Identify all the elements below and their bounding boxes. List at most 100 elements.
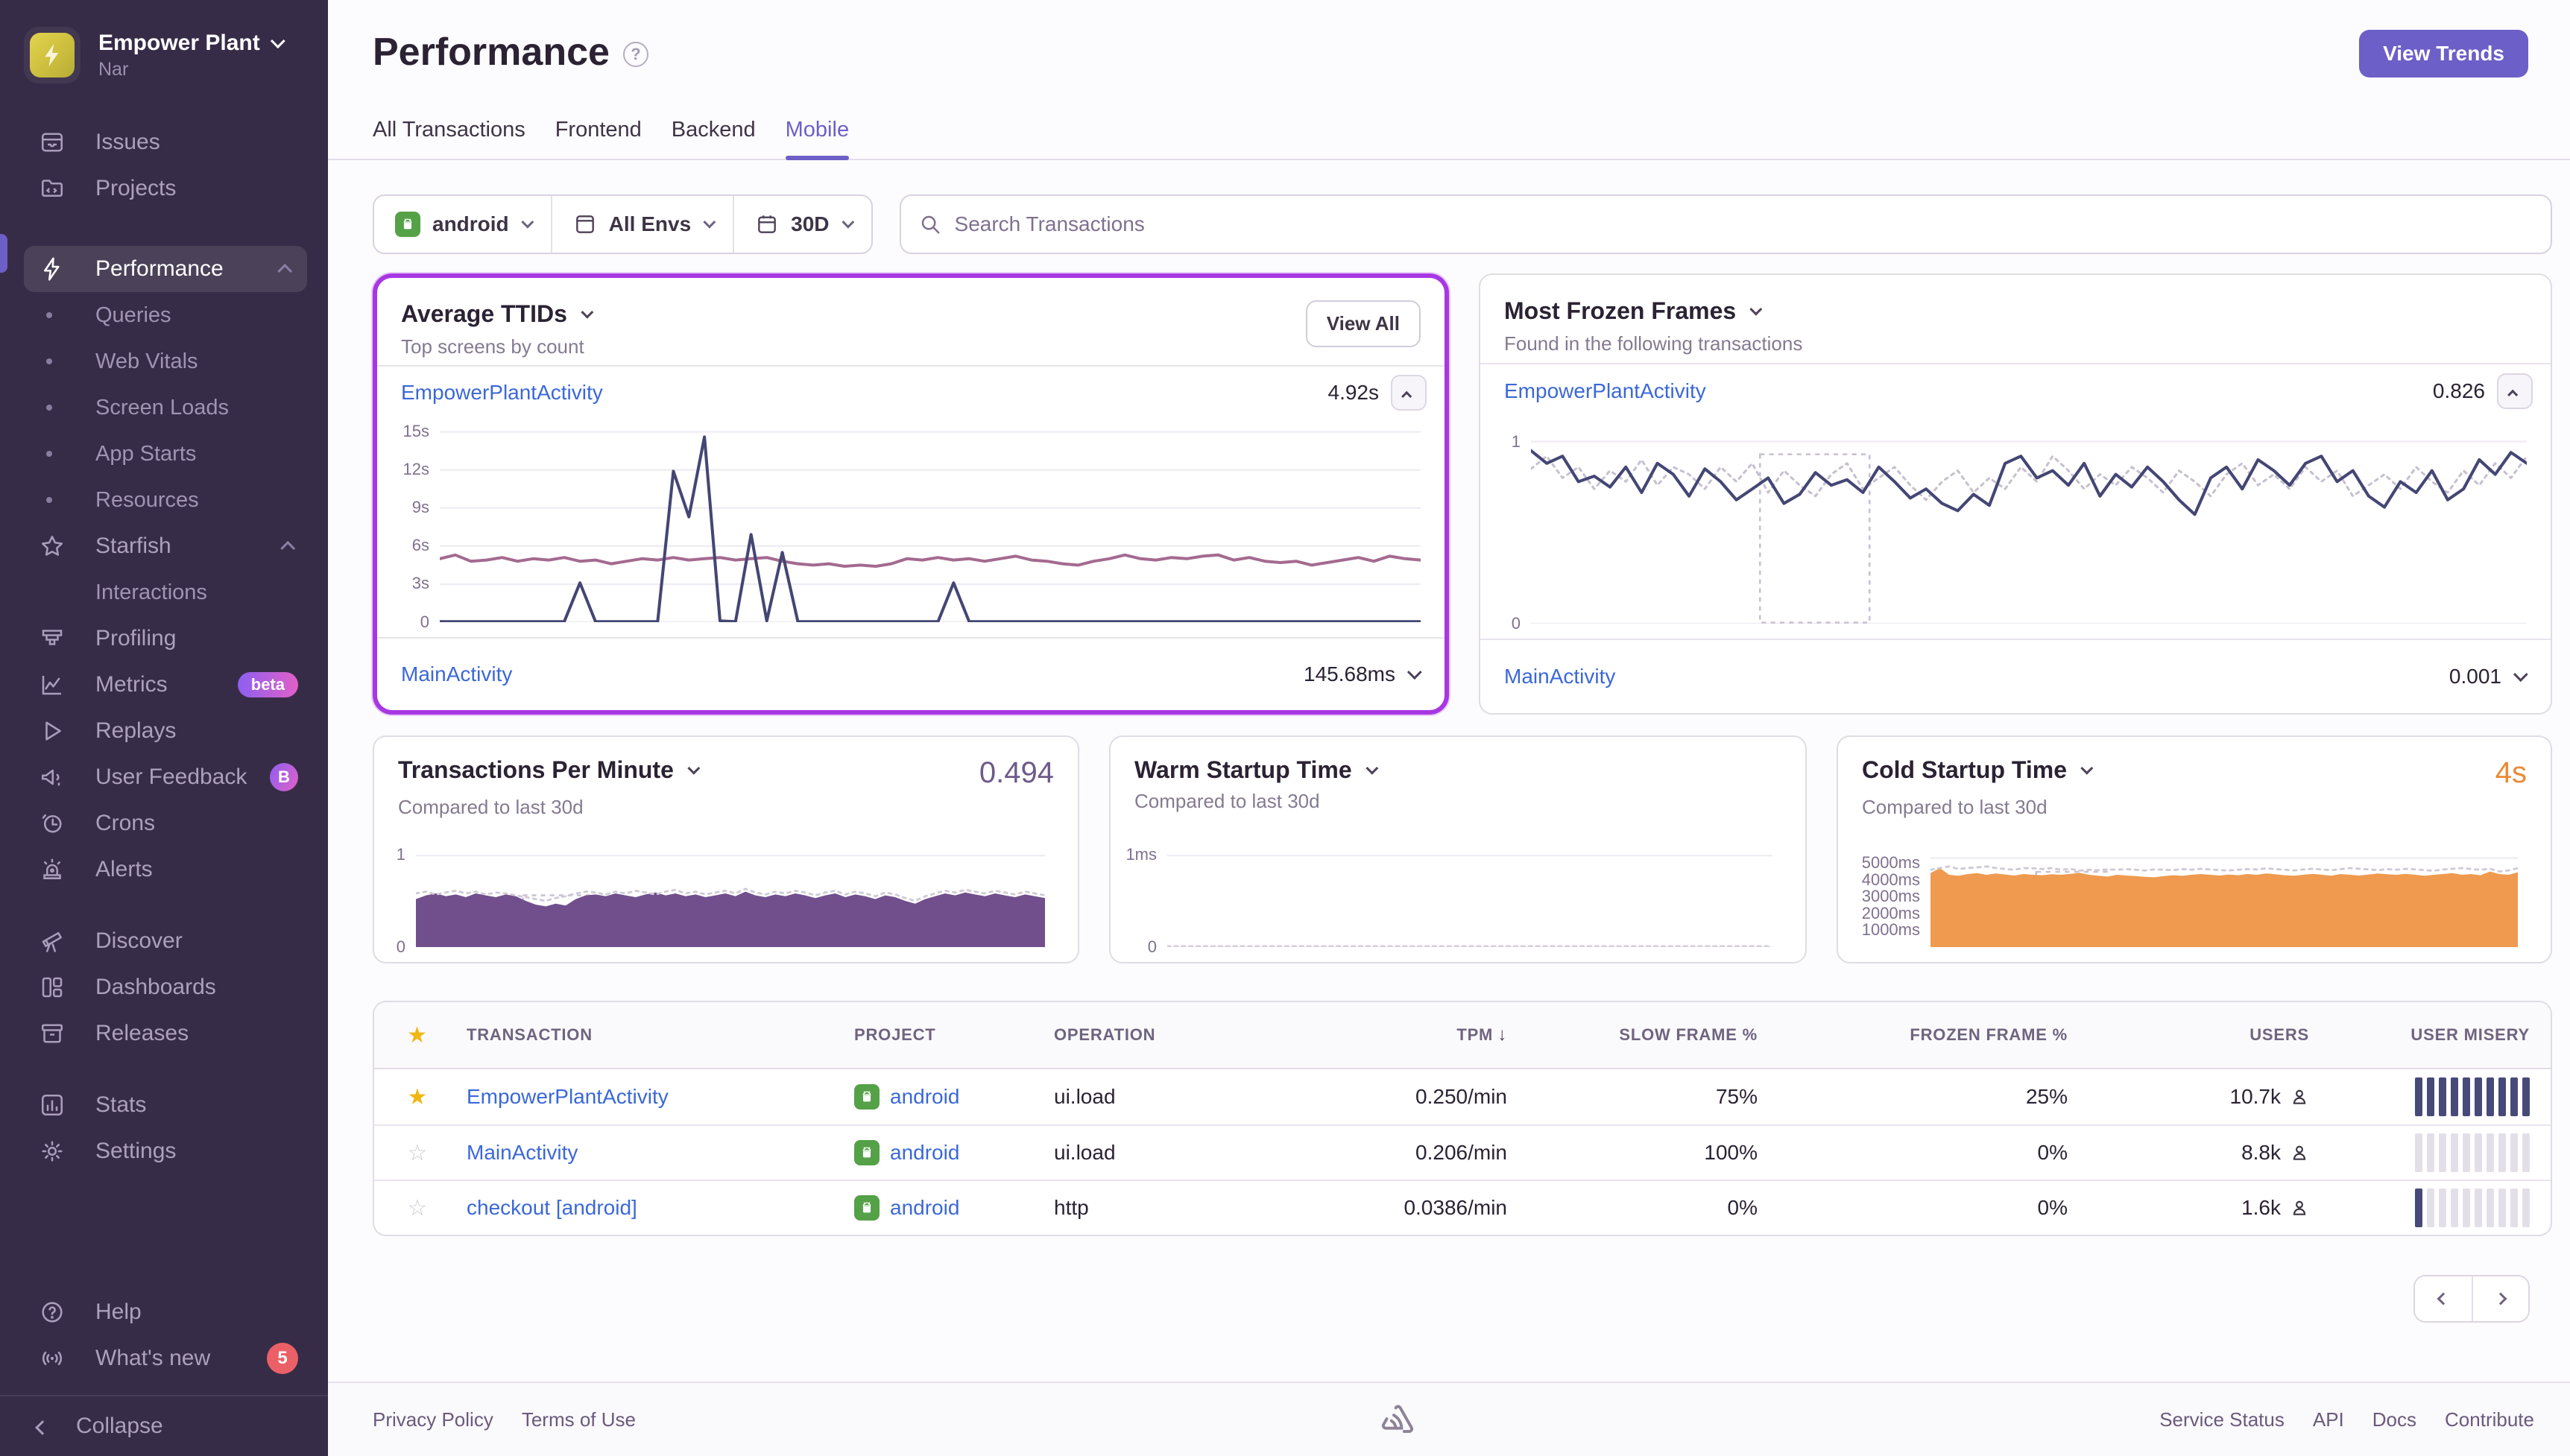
chevron-down-icon xyxy=(1749,303,1763,316)
sidebar-item-performance[interactable]: Performance xyxy=(24,246,307,292)
table-header: ★ TRANSACTION PROJECT OPERATION TPM ↓ SLO… xyxy=(374,1002,2551,1069)
project-link[interactable]: android xyxy=(890,1141,959,1165)
transaction-link[interactable]: MainActivity xyxy=(401,662,512,686)
sidebar-item-whats-new[interactable]: What's new 5 xyxy=(0,1335,328,1381)
sidebar-item-interactions[interactable]: Interactions xyxy=(0,569,328,615)
ttid-top-row: EmpowerPlantActivity 4.92s xyxy=(377,367,1445,420)
col-frozen-frame[interactable]: FROZEN FRAME % xyxy=(1764,1025,2074,1045)
tab-mobile[interactable]: Mobile xyxy=(785,118,849,159)
transaction-link[interactable]: MainActivity xyxy=(1504,665,1615,689)
sidebar-item-alerts[interactable]: Alerts xyxy=(0,846,328,893)
view-trends-button[interactable]: View Trends xyxy=(2359,30,2528,77)
prev-page-button[interactable] xyxy=(2415,1276,2472,1321)
tpm-value: 0.494 xyxy=(979,756,1054,789)
sidebar-item-stats[interactable]: Stats xyxy=(0,1082,328,1128)
sidebar-collapse-button[interactable]: Collapse xyxy=(0,1395,328,1456)
beta-badge: beta xyxy=(237,672,298,697)
help-tooltip-icon[interactable]: ? xyxy=(622,42,648,67)
sidebar-item-profiling[interactable]: Profiling xyxy=(0,615,328,662)
sidebar-item-app-starts[interactable]: App Starts xyxy=(0,431,328,477)
service-status-link[interactable]: Service Status xyxy=(2159,1408,2285,1431)
slow-frame-cell: 100% xyxy=(1704,1141,1758,1164)
sidebar-item-crons[interactable]: Crons xyxy=(0,800,328,846)
environment-filter[interactable]: All Envs xyxy=(550,196,733,253)
sidebar-item-settings[interactable]: Settings xyxy=(0,1128,328,1174)
sidebar-item-resources[interactable]: Resources xyxy=(0,477,328,523)
sidebar-item-screen-loads[interactable]: Screen Loads xyxy=(0,384,328,431)
sidebar-item-web-vitals[interactable]: Web Vitals xyxy=(0,338,328,384)
transaction-link[interactable]: EmpowerPlantActivity xyxy=(1504,379,1706,403)
sidebar-item-projects[interactable]: Projects xyxy=(0,165,328,212)
expand-row-button[interactable] xyxy=(2513,667,2528,683)
ttid-panel-title[interactable]: Average TTIDs xyxy=(401,300,594,328)
search-transactions[interactable] xyxy=(899,194,2552,254)
star-toggle[interactable]: ☆ xyxy=(408,1141,428,1165)
col-users[interactable]: USERS xyxy=(2074,1025,2315,1045)
android-project-icon xyxy=(854,1195,880,1221)
privacy-policy-link[interactable]: Privacy Policy xyxy=(373,1408,493,1431)
warm-y-axis: 1ms 0 xyxy=(1125,845,1157,956)
project-filter[interactable]: android xyxy=(374,196,551,253)
warm-panel-title[interactable]: Warm Startup Time xyxy=(1134,756,1378,784)
sidebar-item-issues[interactable]: Issues xyxy=(0,119,328,165)
play-icon xyxy=(37,716,67,746)
sidebar-item-replays[interactable]: Replays xyxy=(0,708,328,754)
col-transaction[interactable]: TRANSACTION xyxy=(461,1025,848,1045)
transaction-link[interactable]: EmpowerPlantActivity xyxy=(401,381,603,405)
page-title: Performance ? xyxy=(373,30,648,75)
sidebar-item-help[interactable]: Help xyxy=(0,1289,328,1335)
warm-chart-area: 1ms 0 xyxy=(1125,813,1781,956)
col-operation[interactable]: OPERATION xyxy=(1048,1025,1269,1045)
pagination xyxy=(2413,1275,2530,1323)
transaction-link[interactable]: EmpowerPlantActivity xyxy=(467,1085,669,1108)
tab-backend[interactable]: Backend xyxy=(672,118,756,159)
operation-value: http xyxy=(1054,1196,1089,1219)
org-name: Empower Plant xyxy=(98,30,260,55)
tpm-panel-title[interactable]: Transactions Per Minute xyxy=(398,756,701,784)
user-icon xyxy=(2293,1200,2306,1215)
tab-frontend[interactable]: Frontend xyxy=(555,118,642,159)
sidebar-item-dashboards[interactable]: Dashboards xyxy=(0,964,328,1010)
col-project[interactable]: PROJECT xyxy=(848,1025,1048,1045)
col-tpm[interactable]: TPM ↓ xyxy=(1269,1025,1513,1045)
sidebar-item-releases[interactable]: Releases xyxy=(0,1010,328,1057)
sidebar-item-discover[interactable]: Discover xyxy=(0,918,328,964)
star-toggle[interactable]: ☆ xyxy=(408,1196,428,1221)
org-switcher[interactable]: Empower Plant Nar xyxy=(0,0,328,98)
active-nav-indicator xyxy=(0,234,7,273)
sidebar-item-queries[interactable]: Queries xyxy=(0,292,328,338)
terms-of-use-link[interactable]: Terms of Use xyxy=(522,1408,636,1431)
project-link[interactable]: android xyxy=(890,1085,959,1109)
project-link[interactable]: android xyxy=(890,1196,959,1220)
tpm-panel: Transactions Per Minute 0.494 Compared t… xyxy=(373,735,1079,963)
api-link[interactable]: API xyxy=(2313,1408,2344,1431)
tab-all-transactions[interactable]: All Transactions xyxy=(373,118,525,159)
chevron-down-icon xyxy=(1365,762,1378,775)
next-page-button[interactable] xyxy=(2472,1276,2528,1321)
android-project-icon xyxy=(395,212,420,237)
cold-value: 4s xyxy=(2495,756,2527,789)
ttid-value: 145.68ms xyxy=(1304,662,1395,686)
cold-chart-area: 5000ms 4000ms 3000ms 2000ms 1000ms xyxy=(1853,819,2527,947)
frozen-panel-title[interactable]: Most Frozen Frames xyxy=(1504,297,1802,325)
star-toggle[interactable]: ★ xyxy=(408,1085,428,1110)
docs-link[interactable]: Docs xyxy=(2372,1408,2416,1431)
cold-panel-title[interactable]: Cold Startup Time xyxy=(1862,756,2094,784)
col-slow-frame[interactable]: SLOW FRAME % xyxy=(1513,1025,1764,1045)
transaction-link[interactable]: MainActivity xyxy=(467,1141,578,1164)
collapse-row-button[interactable] xyxy=(2497,373,2533,409)
view-all-button[interactable]: View All xyxy=(1305,300,1421,347)
sidebar-item-metrics[interactable]: Metrics beta xyxy=(0,662,328,708)
help-icon xyxy=(37,1297,67,1327)
sidebar-item-user-feedback[interactable]: User Feedback B xyxy=(0,754,328,800)
sidebar-item-starfish[interactable]: Starfish xyxy=(0,523,328,569)
collapse-row-button[interactable] xyxy=(1391,375,1427,411)
search-input[interactable] xyxy=(954,212,2533,236)
average-ttids-panel: Average TTIDs Top screens by count View … xyxy=(373,273,1449,715)
transaction-link[interactable]: checkout [android] xyxy=(467,1196,637,1219)
calendar-icon xyxy=(755,212,779,236)
contribute-link[interactable]: Contribute xyxy=(2445,1408,2534,1431)
expand-row-button[interactable] xyxy=(1406,665,1422,680)
col-user-misery[interactable]: USER MISERY xyxy=(2315,1025,2551,1045)
date-range-filter[interactable]: 30D xyxy=(733,196,871,253)
